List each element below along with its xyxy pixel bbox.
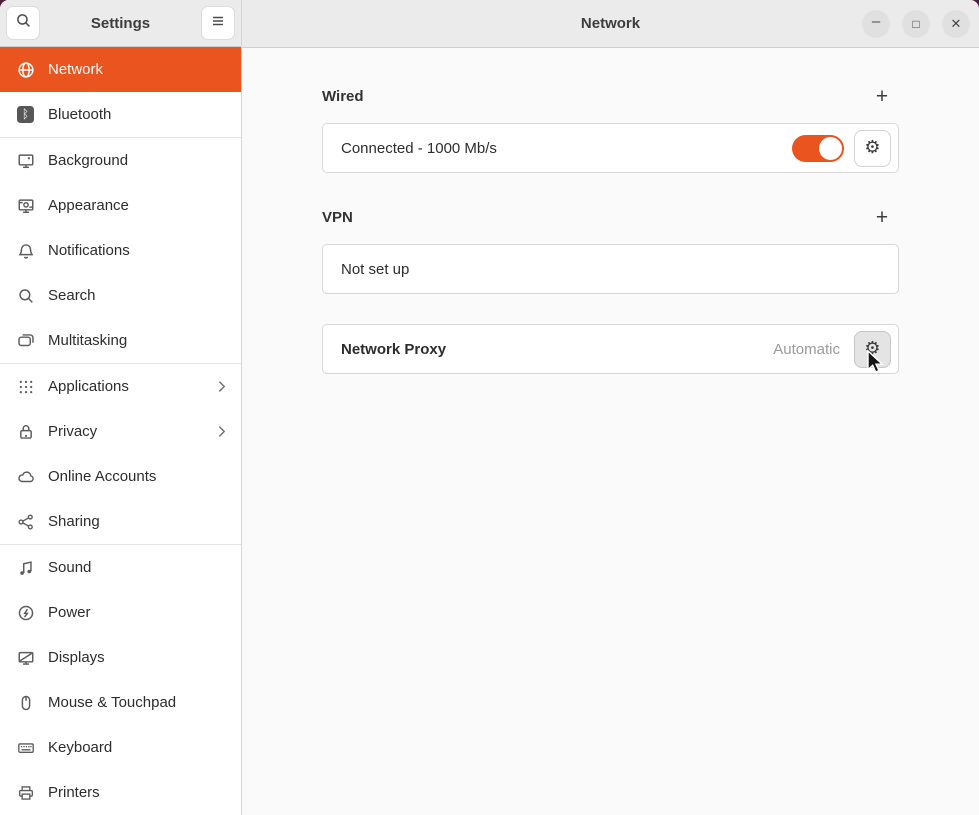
bell-icon <box>16 241 35 260</box>
add-wired-button[interactable]: + <box>869 84 895 110</box>
sidebar-item-printers[interactable]: Printers <box>0 770 241 815</box>
sidebar-item-applications[interactable]: Applications <box>0 364 241 409</box>
sidebar-item-network[interactable]: Network <box>0 47 241 92</box>
toggle-knob <box>819 137 842 160</box>
sidebar-item-sound[interactable]: Sound <box>0 545 241 590</box>
plus-icon: + <box>876 207 888 228</box>
sidebar-item-mouse-touchpad[interactable]: Mouse & Touchpad <box>0 680 241 725</box>
sidebar-item-label: Displays <box>48 649 105 666</box>
vpn-status-row: Not set up <box>322 244 899 294</box>
settings-window: Settings Network ᛒ <box>0 0 979 815</box>
music-note-icon <box>16 558 35 577</box>
primary-menu-button[interactable] <box>201 6 235 40</box>
network-content: Wired + Connected - 1000 Mb/s ⚙ VPN + N <box>242 48 979 815</box>
network-proxy-row: Network Proxy Automatic ⚙ <box>322 324 899 374</box>
wired-status: Connected - 1000 Mb/s <box>341 140 497 157</box>
sidebar-item-bluetooth[interactable]: ᛒ Bluetooth <box>0 92 241 137</box>
vpn-status: Not set up <box>341 261 409 278</box>
vpn-heading: VPN <box>322 209 353 226</box>
sidebar-item-search[interactable]: Search <box>0 273 241 318</box>
proxy-value: Automatic <box>773 341 840 358</box>
sidebar-item-label: Bluetooth <box>48 106 111 123</box>
main-panel: Network – □ ✕ Wired + Connected - 1000 M… <box>242 0 979 815</box>
sidebar-item-label: Applications <box>48 378 129 395</box>
wired-settings-button[interactable]: ⚙ <box>854 130 891 167</box>
sidebar-item-privacy[interactable]: Privacy <box>0 409 241 454</box>
sidebar-item-background[interactable]: Background <box>0 138 241 183</box>
sidebar: Settings Network ᛒ <box>0 0 242 815</box>
sidebar-item-online-accounts[interactable]: Online Accounts <box>0 454 241 499</box>
search-icon <box>15 12 32 34</box>
close-icon: ✕ <box>951 17 962 30</box>
sidebar-item-label: Sharing <box>48 513 100 530</box>
sidebar-item-displays[interactable]: Displays <box>0 635 241 680</box>
maximize-button[interactable]: □ <box>902 10 930 38</box>
page-title: Network <box>581 15 640 32</box>
sidebar-item-label: Privacy <box>48 423 97 440</box>
titlebar: Network – □ ✕ <box>242 0 979 48</box>
hamburger-menu-icon <box>210 13 226 34</box>
mouse-icon <box>16 693 35 712</box>
cloud-icon <box>16 467 35 486</box>
search-button[interactable] <box>6 6 40 40</box>
sidebar-item-label: Online Accounts <box>48 468 156 485</box>
sidebar-item-multitasking[interactable]: Multitasking <box>0 318 241 363</box>
display-icon <box>16 648 35 667</box>
proxy-label: Network Proxy <box>341 341 446 358</box>
maximize-icon: □ <box>912 18 919 30</box>
sidebar-item-label: Background <box>48 152 128 169</box>
sidebar-item-sharing[interactable]: Sharing <box>0 499 241 544</box>
gear-icon: ⚙ <box>864 340 880 358</box>
sidebar-item-notifications[interactable]: Notifications <box>0 228 241 273</box>
chevron-right-icon <box>216 380 227 393</box>
sidebar-item-label: Printers <box>48 784 100 801</box>
window-controls: – □ ✕ <box>862 10 970 38</box>
sidebar-item-label: Appearance <box>48 197 129 214</box>
power-icon <box>16 603 35 622</box>
vpn-section-header: VPN + <box>322 207 899 228</box>
app-title: Settings <box>91 15 150 32</box>
bluetooth-icon: ᛒ <box>16 105 35 124</box>
wired-connection-row: Connected - 1000 Mb/s ⚙ <box>322 123 899 173</box>
multitasking-icon <box>16 331 35 350</box>
add-vpn-button[interactable]: + <box>869 205 895 231</box>
sidebar-item-label: Multitasking <box>48 332 127 349</box>
search-icon <box>16 286 35 305</box>
sidebar-item-label: Power <box>48 604 91 621</box>
sidebar-item-label: Mouse & Touchpad <box>48 694 176 711</box>
share-icon <box>16 512 35 531</box>
minimize-button[interactable]: – <box>862 10 890 38</box>
minimize-icon: – <box>872 14 880 29</box>
apps-grid-icon <box>16 377 35 396</box>
keyboard-icon <box>16 738 35 757</box>
sidebar-item-label: Notifications <box>48 242 130 259</box>
sidebar-item-keyboard[interactable]: Keyboard <box>0 725 241 770</box>
lock-icon <box>16 422 35 441</box>
chevron-right-icon <box>216 425 227 438</box>
wired-section-header: Wired + <box>322 86 899 107</box>
background-icon <box>16 151 35 170</box>
globe-icon <box>16 60 35 79</box>
gear-icon: ⚙ <box>864 139 880 157</box>
wired-heading: Wired <box>322 88 364 105</box>
sidebar-item-power[interactable]: Power <box>0 590 241 635</box>
appearance-icon <box>16 196 35 215</box>
sidebar-item-label: Keyboard <box>48 739 112 756</box>
sidebar-item-label: Network <box>48 61 103 78</box>
close-button[interactable]: ✕ <box>942 10 970 38</box>
proxy-settings-button[interactable]: ⚙ <box>854 331 891 368</box>
sidebar-header: Settings <box>0 0 241 47</box>
sidebar-item-appearance[interactable]: Appearance <box>0 183 241 228</box>
sidebar-item-label: Search <box>48 287 96 304</box>
sidebar-item-label: Sound <box>48 559 91 576</box>
wired-toggle[interactable] <box>792 135 844 162</box>
printer-icon <box>16 783 35 802</box>
plus-icon: + <box>876 86 888 107</box>
sidebar-nav: Network ᛒ Bluetooth Background <box>0 47 241 815</box>
